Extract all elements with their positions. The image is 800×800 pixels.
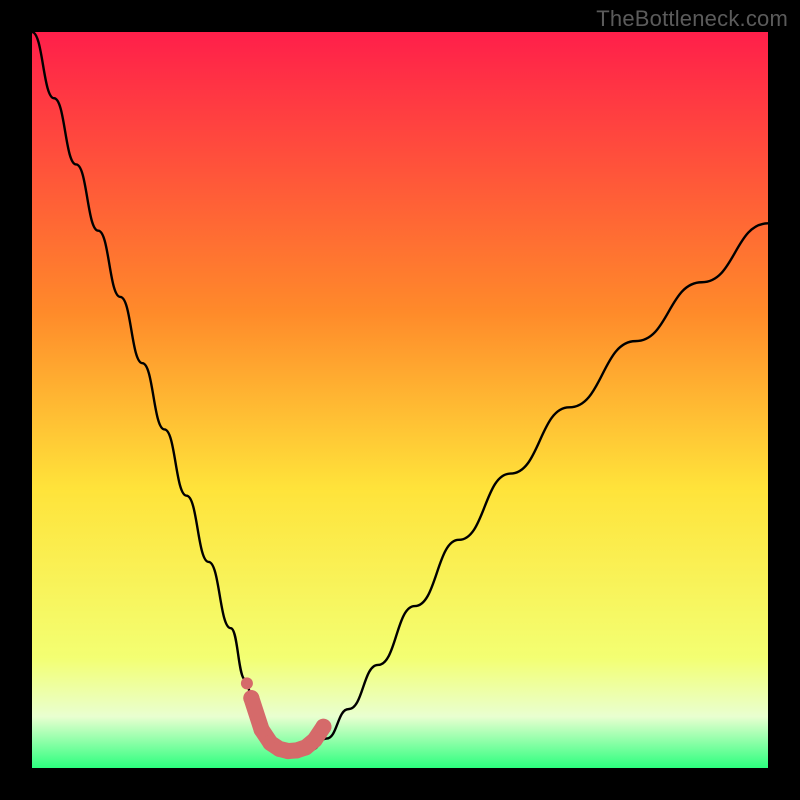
gradient-background: [32, 32, 768, 768]
chart-svg: [32, 32, 768, 768]
bottleneck-marker-point: [243, 690, 259, 706]
chart-frame: TheBottleneck.com: [0, 0, 800, 800]
bottleneck-marker-dot: [241, 677, 253, 689]
bottleneck-marker-point: [315, 719, 331, 735]
watermark-text: TheBottleneck.com: [596, 6, 788, 32]
plot-area: [32, 32, 768, 768]
bottleneck-marker-point: [254, 722, 270, 738]
bottleneck-marker-point: [307, 732, 323, 748]
